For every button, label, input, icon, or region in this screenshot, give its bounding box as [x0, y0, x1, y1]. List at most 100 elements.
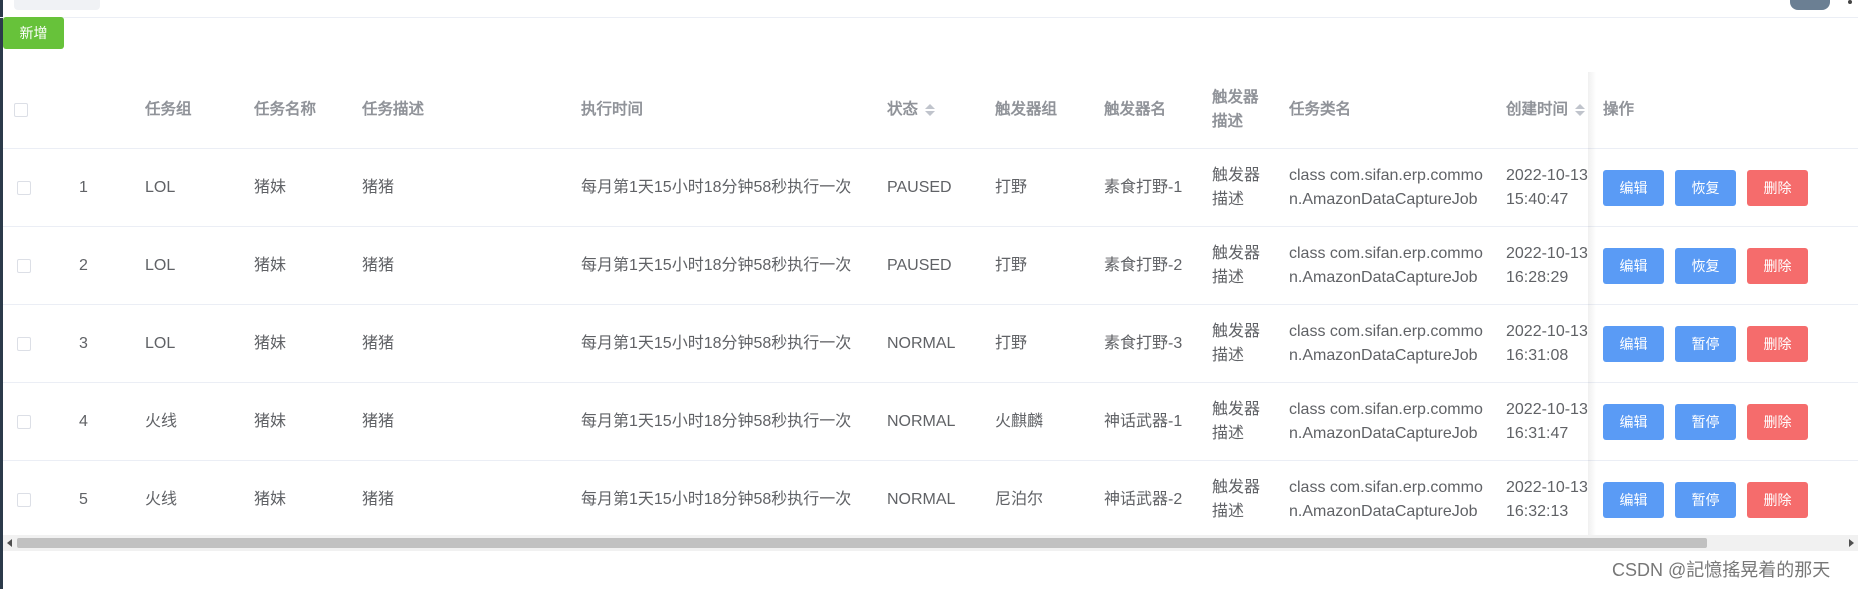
table-row: 1 LOL 猪妹 猪猪 每月第1天15小时18分钟58秒执行一次 PAUSED … — [3, 149, 1858, 227]
row-status: NORMAL — [887, 334, 956, 352]
table-header: 任务组 任务名称 任务描述 执行时间 状态 触发器组 触发器名 触发器 描述 任… — [3, 72, 1858, 149]
header-desc: 任务描述 — [362, 101, 425, 118]
row-trig-desc-line2: 描述 — [1212, 424, 1245, 442]
row-trig-desc: 触发器 描述 — [1212, 149, 1260, 226]
row-checkbox-cell — [17, 149, 31, 226]
row-trig-desc-line1: 触发器 — [1212, 400, 1261, 418]
edit-button[interactable]: 编辑 — [1603, 169, 1664, 206]
row-created-date: 2022-10-13 — [1506, 478, 1588, 496]
add-button[interactable]: 新增 — [3, 17, 64, 49]
select-all-checkbox[interactable] — [14, 103, 28, 117]
row-created-time: 15:40:47 — [1506, 190, 1569, 208]
task-table: 任务组 任务名称 任务描述 执行时间 状态 触发器组 触发器名 触发器 描述 任… — [3, 72, 1858, 539]
scroll-thumb[interactable] — [17, 538, 1707, 548]
edit-button[interactable]: 编辑 — [1603, 403, 1664, 440]
dropdown-dot-icon[interactable] — [1848, 0, 1852, 4]
row-group: LOL — [145, 334, 176, 352]
row-exec: 每月第1天15小时18分钟58秒执行一次 — [581, 490, 852, 508]
row-trig-name: 神话武器-2 — [1104, 490, 1183, 508]
row-checkbox[interactable] — [17, 180, 31, 195]
row-group: LOL — [145, 178, 176, 196]
row-name: 猪妹 — [254, 256, 287, 274]
delete-button[interactable]: 删除 — [1747, 481, 1808, 518]
row-index: 3 — [79, 334, 88, 352]
row-status: PAUSED — [887, 256, 952, 274]
row-created: 2022-10-13 16:31:47 — [1506, 383, 1588, 460]
resume-button[interactable]: 恢复 — [1675, 247, 1736, 284]
delete-button[interactable]: 删除 — [1747, 403, 1808, 440]
row-trig-desc-line2: 描述 — [1212, 346, 1245, 364]
row-group: 火线 — [145, 412, 178, 430]
avatar[interactable] — [1790, 0, 1830, 10]
row-created-date: 2022-10-13 — [1506, 244, 1588, 262]
pause-button[interactable]: 暂停 — [1675, 403, 1736, 440]
row-desc: 猪猪 — [362, 178, 395, 196]
row-created: 2022-10-13 16:32:13 — [1506, 461, 1588, 538]
delete-button[interactable]: 删除 — [1747, 247, 1808, 284]
table-row: 4 火线 猪妹 猪猪 每月第1天15小时18分钟58秒执行一次 NORMAL 火… — [3, 383, 1858, 461]
row-checkbox-cell — [17, 305, 31, 382]
row-class-line1: class com.sifan.erp.commo — [1289, 322, 1483, 340]
scroll-right-icon[interactable] — [1849, 539, 1854, 547]
scroll-left-icon[interactable] — [7, 539, 12, 547]
row-checkbox[interactable] — [17, 258, 31, 273]
header-created-label: 创建时间 — [1506, 101, 1569, 118]
row-trig-name: 素食打野-2 — [1104, 256, 1183, 274]
row-exec: 每月第1天15小时18分钟58秒执行一次 — [581, 178, 852, 196]
pause-button[interactable]: 暂停 — [1675, 325, 1736, 362]
pause-button[interactable]: 暂停 — [1675, 481, 1736, 518]
row-created-time: 16:31:08 — [1506, 346, 1569, 364]
sort-icon[interactable] — [1575, 104, 1586, 116]
row-exec: 每月第1天15小时18分钟58秒执行一次 — [581, 412, 852, 430]
sort-icon[interactable] — [925, 104, 936, 116]
row-class: class com.sifan.erp.commo n.AmazonDataCa… — [1289, 461, 1483, 538]
row-trig-desc-line2: 描述 — [1212, 502, 1245, 520]
row-class-line2: n.AmazonDataCaptureJob — [1289, 346, 1478, 364]
row-desc: 猪猪 — [362, 256, 395, 274]
header-created[interactable]: 创建时间 — [1506, 72, 1586, 148]
top-bar — [0, 0, 1858, 18]
row-index: 2 — [79, 256, 88, 274]
edit-button[interactable]: 编辑 — [1603, 481, 1664, 518]
header-status-label: 状态 — [887, 101, 919, 118]
row-checkbox[interactable] — [17, 336, 31, 351]
row-class-line2: n.AmazonDataCaptureJob — [1289, 190, 1478, 208]
row-trig-group: 尼泊尔 — [995, 490, 1044, 508]
row-class-line1: class com.sifan.erp.commo — [1289, 400, 1483, 418]
row-checkbox[interactable] — [17, 492, 31, 507]
row-trig-desc-line1: 触发器 — [1212, 478, 1261, 496]
row-ops: 编辑 暂停 删除 — [1593, 305, 1858, 382]
row-trig-desc: 触发器 描述 — [1212, 227, 1260, 304]
horizontal-scrollbar[interactable] — [3, 535, 1858, 551]
header-name: 任务名称 — [254, 101, 317, 118]
row-created-date: 2022-10-13 — [1506, 166, 1588, 184]
table-row: 2 LOL 猪妹 猪猪 每月第1天15小时18分钟58秒执行一次 PAUSED … — [3, 227, 1858, 305]
row-desc: 猪猪 — [362, 412, 395, 430]
resume-button[interactable]: 恢复 — [1675, 169, 1736, 206]
delete-button[interactable]: 删除 — [1747, 169, 1808, 206]
top-tab[interactable] — [14, 0, 100, 10]
header-group: 任务组 — [145, 101, 192, 118]
edit-button[interactable]: 编辑 — [1603, 325, 1664, 362]
row-trig-desc-line1: 触发器 — [1212, 322, 1261, 340]
row-trig-group: 打野 — [995, 178, 1028, 196]
table-row: 3 LOL 猪妹 猪猪 每月第1天15小时18分钟58秒执行一次 NORMAL … — [3, 305, 1858, 383]
row-trig-name: 素食打野-3 — [1104, 334, 1183, 352]
row-status: NORMAL — [887, 412, 956, 430]
row-trig-group: 打野 — [995, 334, 1028, 352]
delete-button[interactable]: 删除 — [1747, 325, 1808, 362]
row-class: class com.sifan.erp.commo n.AmazonDataCa… — [1289, 149, 1483, 226]
row-created-time: 16:28:29 — [1506, 268, 1569, 286]
select-all-cell — [14, 72, 28, 148]
header-ops: 操作 — [1593, 72, 1858, 148]
row-index: 1 — [79, 178, 88, 196]
edit-button[interactable]: 编辑 — [1603, 247, 1664, 284]
row-trig-desc: 触发器 描述 — [1212, 461, 1260, 538]
row-checkbox[interactable] — [17, 414, 31, 429]
fixed-column-shadow — [1588, 72, 1596, 535]
header-status[interactable]: 状态 — [887, 72, 936, 148]
row-trig-desc: 触发器 描述 — [1212, 383, 1260, 460]
row-trig-desc-line1: 触发器 — [1212, 166, 1261, 184]
row-index: 4 — [79, 412, 88, 430]
row-name: 猪妹 — [254, 334, 287, 352]
